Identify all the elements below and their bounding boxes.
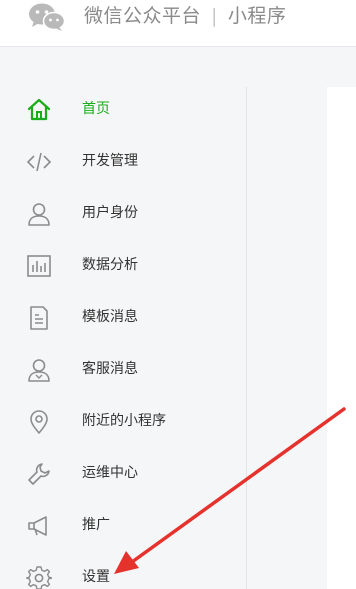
page-title: 微信公众平台 | 小程序 <box>84 4 286 28</box>
location-pin-icon <box>26 409 52 435</box>
sidebar-item-home[interactable]: 首页 <box>0 89 246 129</box>
product-name: 小程序 <box>227 5 287 27</box>
sidebar-item-label: 开发管理 <box>82 153 138 169</box>
sidebar-item-label: 客服消息 <box>82 361 138 377</box>
sidebar-item-label: 模板消息 <box>82 309 138 325</box>
customer-service-icon <box>26 357 52 383</box>
sidebar-item-label: 用户身份 <box>82 205 138 221</box>
user-icon <box>26 201 52 227</box>
code-icon <box>26 149 52 175</box>
sidebar-item-label: 数据分析 <box>82 257 138 273</box>
document-icon <box>26 305 52 331</box>
sidebar-item-settings[interactable]: 设置 <box>0 557 246 589</box>
wechat-logo-icon[interactable] <box>28 2 66 32</box>
main-content-area <box>327 87 356 589</box>
sidebar-item-label: 推广 <box>82 517 110 533</box>
sidebar-item-development[interactable]: 开发管理 <box>0 141 246 181</box>
platform-name: 微信公众平台 <box>84 5 202 27</box>
wrench-icon <box>26 461 52 487</box>
title-separator: | <box>211 5 218 27</box>
home-icon <box>26 97 52 123</box>
sidebar-item-template-messages[interactable]: 模板消息 <box>0 297 246 337</box>
page: 微信公众平台 | 小程序 首页 开发管理 用户身份 数据分析 模板消息 客服消息… <box>0 0 356 589</box>
sidebar-item-ops-center[interactable]: 运维中心 <box>0 453 246 493</box>
sidebar-item-label: 附近的小程序 <box>82 413 166 429</box>
sidebar-item-label: 设置 <box>82 569 110 585</box>
sidebar-item-customer-service[interactable]: 客服消息 <box>0 349 246 389</box>
sidebar-item-label: 运维中心 <box>82 465 138 481</box>
megaphone-icon <box>26 513 52 539</box>
sidebar-item-data-analysis[interactable]: 数据分析 <box>0 245 246 285</box>
sidebar-item-nearby-mini-programs[interactable]: 附近的小程序 <box>0 401 246 441</box>
gear-icon <box>26 565 52 589</box>
top-header: 微信公众平台 | 小程序 <box>0 0 356 47</box>
sidebar-item-user-identity[interactable]: 用户身份 <box>0 193 246 233</box>
chart-icon <box>26 253 52 279</box>
sidebar-item-label: 首页 <box>82 101 110 117</box>
sidebar-nav: 首页 开发管理 用户身份 数据分析 模板消息 客服消息 附近的小程序 运维中心 … <box>0 87 247 589</box>
sidebar-item-promotion[interactable]: 推广 <box>0 505 246 545</box>
